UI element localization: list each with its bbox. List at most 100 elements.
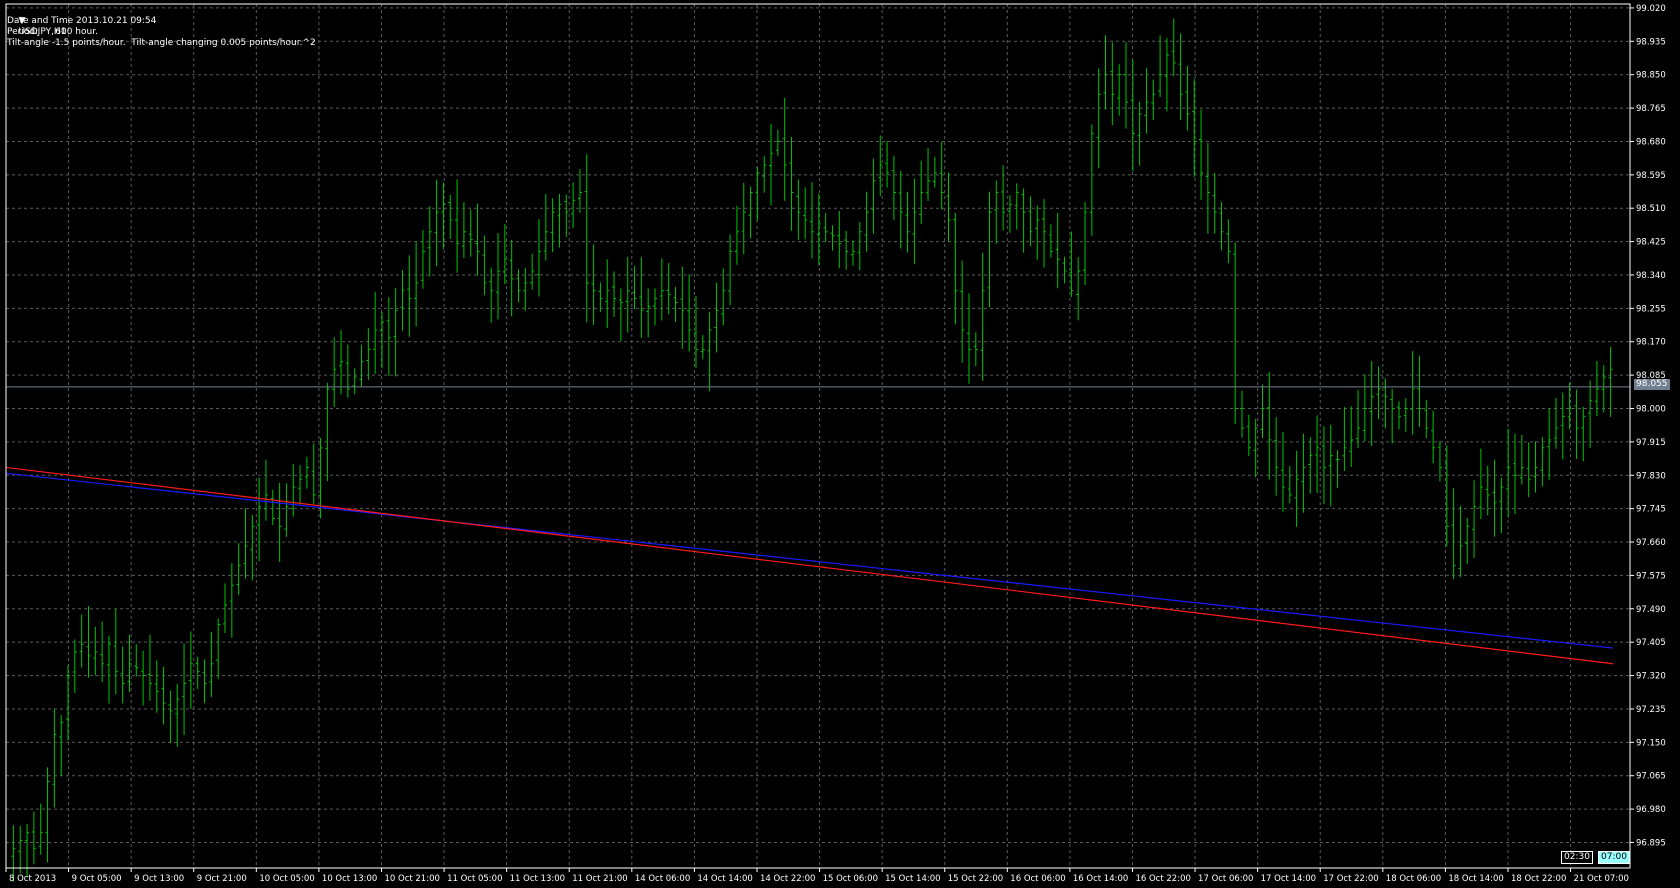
ohlc-bar: [1048, 224, 1053, 258]
ohlc-bar: [1485, 465, 1490, 516]
y-tick-label: 98.935: [1636, 37, 1666, 47]
ohlc-bar: [1253, 418, 1258, 478]
ohlc-bar: [891, 155, 896, 221]
ohlc-bar: [1042, 199, 1047, 268]
ohlc-bar: [243, 508, 248, 579]
ohlc-bar: [100, 621, 105, 683]
plot-frame: [5, 3, 1631, 869]
ohlc-bar: [625, 256, 630, 333]
y-tick-label: 98.425: [1636, 238, 1666, 248]
ohlc-bar: [987, 191, 992, 308]
y-tick-label: 98.680: [1636, 137, 1666, 147]
info-period: Period: 600 hour.: [7, 27, 98, 37]
x-tick-label: 18 Oct 06:00: [1386, 874, 1441, 884]
info-tilt: Tilt-angle -1.5 points/hour. Tilt-angle …: [7, 38, 316, 48]
x-tick-label: 15 Oct 06:00: [823, 874, 878, 884]
y-tick-label: 97.660: [1636, 538, 1666, 548]
ohlc-bar: [79, 614, 84, 668]
ohlc-bar: [810, 182, 814, 259]
ohlc-bar: [707, 311, 712, 392]
ohlc-bar: [1021, 188, 1026, 253]
ohlc-bar: [1014, 183, 1019, 230]
ohlc-bar: [966, 293, 971, 384]
ohlc-bar: [1062, 256, 1067, 284]
ohlc-bar: [1308, 437, 1313, 494]
ohlc-bar: [598, 282, 603, 312]
x-tick-label: 15 Oct 22:00: [948, 874, 1003, 884]
ohlc-bar: [1178, 33, 1183, 120]
y-tick-label: 98.340: [1636, 271, 1666, 281]
y-tick-label: 96.895: [1636, 838, 1666, 848]
ohlc-bar: [973, 332, 978, 367]
ohlc-bar: [38, 803, 43, 855]
ohlc-bar: [687, 274, 692, 352]
x-tick-label: 11 Oct 21:00: [572, 874, 627, 884]
ohlc-bar: [728, 234, 733, 306]
x-tick-label: 10 Oct 05:00: [259, 874, 314, 884]
ohlc-bar: [311, 443, 316, 504]
ohlc-bar: [837, 211, 842, 269]
ohlc-bar: [284, 483, 289, 537]
ohlc-bar: [898, 170, 903, 249]
ohlc-bar: [345, 344, 350, 398]
ohlc-bar: [359, 344, 364, 387]
ohlc-bar: [1287, 466, 1292, 504]
ohlc-bar: [1280, 432, 1285, 512]
ohlc-bar: [1328, 424, 1333, 507]
ohlc-bar: [912, 178, 917, 265]
ohlc-bar: [796, 179, 801, 240]
ohlc-bar: [919, 160, 924, 225]
price-chart[interactable]: 99.020 98.935 98.850 98.765 98.680 98.595 98.5…: [0, 0, 1680, 888]
x-tick-label: 17 Oct 06:00: [1198, 874, 1253, 884]
ohlc-bar: [536, 219, 541, 297]
ohlc-bar: [1417, 355, 1422, 427]
ohlc-bar: [134, 644, 139, 677]
ohlc-bar: [1390, 388, 1395, 444]
ohlc-bar: [1465, 518, 1470, 565]
ohlc-bar: [1594, 360, 1599, 417]
ohlc-bar: [304, 456, 309, 489]
y-tick-label: 97.830: [1636, 471, 1666, 481]
ohlc-bar: [871, 158, 876, 234]
ohlc-bar: [564, 194, 569, 238]
y-tick-label: 97.235: [1636, 705, 1666, 715]
ohlc-bar: [1240, 390, 1245, 438]
ohlc-bar: [1028, 196, 1033, 247]
ohlc-bar: [147, 634, 152, 701]
chart-window[interactable]: 99.020 98.935 98.850 98.765 98.680 98.595 98.5…: [0, 0, 1680, 888]
ohlc-bar: [86, 606, 91, 678]
ohlc-bar: [823, 213, 828, 242]
ohlc-bar: [379, 311, 384, 369]
countdown-box-2: 07:00: [1598, 851, 1630, 864]
x-tick-label: 9 Oct 13:00: [134, 874, 184, 884]
y-tick-label: 97.320: [1636, 672, 1666, 682]
ohlc-bar: [441, 182, 446, 250]
ohlc-bar: [1451, 488, 1456, 580]
y-tick-label: 98.000: [1636, 405, 1666, 415]
x-tick-label: 11 Oct 13:00: [510, 874, 565, 884]
ohlc-bar: [407, 255, 412, 337]
ohlc-bar: [325, 382, 330, 482]
ohlc-bar: [195, 656, 200, 689]
ohlc-bar: [1588, 380, 1593, 449]
ohlc-bar: [1601, 365, 1606, 413]
ohlc-bar: [1335, 450, 1340, 488]
ohlc-bar: [1376, 366, 1381, 420]
ohlc-bar: [1526, 442, 1531, 498]
y-tick-label: 97.150: [1636, 738, 1666, 748]
ohlc-bar: [1315, 415, 1320, 493]
ohlc-bar: [605, 259, 610, 329]
x-tick-label: 21 Oct 07:00: [1574, 874, 1629, 884]
x-tick-label: 11 Oct 05:00: [447, 874, 502, 884]
ohlc-bar: [31, 811, 36, 865]
ohlc-bar: [482, 235, 487, 296]
ohlc-bar: [1260, 384, 1265, 439]
ohlc-bar: [857, 221, 862, 271]
ohlc-bar: [1267, 372, 1272, 480]
ohlc-bar: [618, 288, 623, 341]
ohlc-bar: [789, 137, 794, 231]
ohlc-bar: [141, 650, 146, 706]
ohlc-bar: [1144, 68, 1149, 134]
ohlc-bar: [980, 252, 985, 381]
countdown-box-1: 02:30: [1561, 851, 1593, 864]
